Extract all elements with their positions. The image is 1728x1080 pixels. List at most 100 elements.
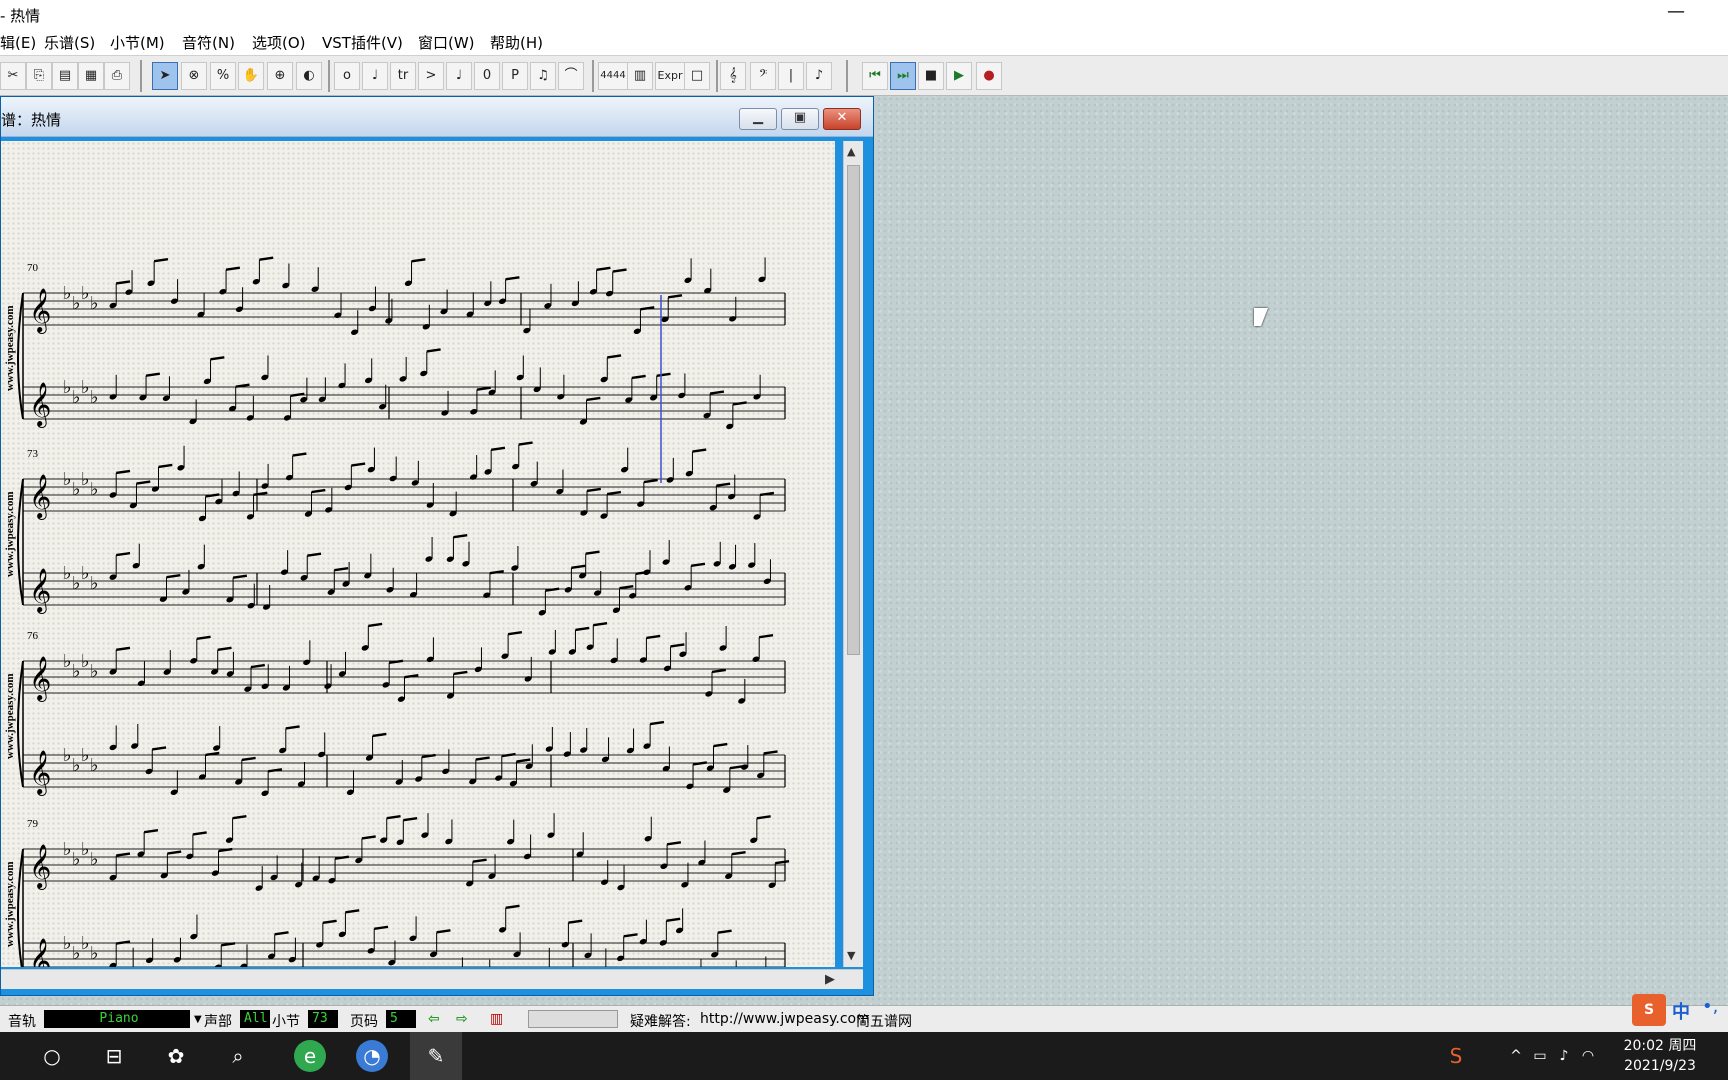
track-select[interactable]: Piano: [44, 1010, 190, 1028]
beam: [507, 630, 523, 636]
scroll-right-icon[interactable]: ▶: [825, 972, 835, 987]
clef-icon: 𝄞: [29, 382, 51, 428]
menu-vst[interactable]: VST插件(V): [322, 32, 403, 53]
menu-window[interactable]: 窗口(W): [418, 32, 475, 53]
beam: [351, 462, 366, 467]
beam: [716, 482, 731, 487]
restore-window-button[interactable]: ▣: [781, 108, 819, 130]
accent-icon[interactable]: >: [418, 62, 444, 90]
music-score[interactable]: 70www.jwpeasy.com 𝄞 ♭ ♭ ♭ ♭𝄞 ♭ ♭ ♭ ♭73www.jwpeasy…: [1, 141, 835, 967]
menu-score[interactable]: 乐谱(S): [44, 32, 95, 53]
paste-icon[interactable]: ▦: [78, 62, 104, 90]
beam: [167, 850, 182, 855]
browser-icon[interactable]: e: [294, 1040, 326, 1072]
piano-icon[interactable]: ▥: [490, 1011, 503, 1027]
wifi-icon[interactable]: ◠: [1572, 1040, 1604, 1072]
close-window-button[interactable]: ✕: [823, 108, 861, 130]
menu-measure[interactable]: 小节(M): [110, 32, 165, 53]
clef-icon[interactable]: 𝄢: [750, 62, 776, 90]
flat-icon: ♭: [81, 469, 90, 490]
horizontal-scrollbar[interactable]: ▶: [1, 969, 863, 989]
scroll-down-icon[interactable]: ▼: [847, 949, 855, 962]
minimize-window-button[interactable]: ▁: [739, 108, 777, 130]
trill-icon[interactable]: tr: [390, 62, 416, 90]
beam: [292, 452, 307, 457]
percent-icon[interactable]: %: [210, 62, 236, 90]
menu-help[interactable]: 帮助(H): [490, 32, 543, 53]
num-4444-icon[interactable]: 4444: [598, 62, 628, 90]
beam: [656, 372, 671, 377]
rewind-icon[interactable]: ⏮: [862, 62, 888, 90]
eighth-note-icon[interactable]: ♫: [530, 62, 556, 90]
cortana-icon[interactable]: ○: [36, 1040, 68, 1072]
record-icon[interactable]: ●: [976, 62, 1002, 90]
bar-icon[interactable]: |: [778, 62, 804, 90]
clock[interactable]: 20:02 周四 2021/9/23: [1622, 1036, 1698, 1076]
ime-toolbar[interactable]: S 中 •,: [1632, 992, 1728, 1028]
scroll-thumb[interactable]: [847, 165, 860, 655]
flat-icon: ♭: [63, 933, 72, 954]
beam: [518, 441, 533, 446]
flat-icon: ♭: [72, 293, 81, 314]
task-view-icon[interactable]: ⊟: [98, 1040, 130, 1072]
minimize-button[interactable]: —: [1656, 2, 1696, 26]
slur-icon[interactable]: ⌒: [558, 62, 584, 90]
search-icon[interactable]: ⌕: [222, 1040, 254, 1072]
zero-icon[interactable]: 0: [474, 62, 500, 90]
voice-icon[interactable]: ♪: [806, 62, 832, 90]
expr-icon[interactable]: Expr: [655, 62, 685, 90]
cut-icon[interactable]: ✂: [0, 62, 26, 90]
speaker-icon[interactable]: ◐: [296, 62, 322, 90]
sogou-icon[interactable]: S: [1440, 1040, 1472, 1072]
treble-clef-icon[interactable]: 𝄞: [720, 62, 746, 90]
erase-icon[interactable]: ⊗: [181, 62, 207, 90]
flat-icon: ♭: [72, 479, 81, 500]
voice-select[interactable]: All: [240, 1010, 270, 1028]
p-icon[interactable]: P: [502, 62, 528, 90]
measure-number: 73: [27, 448, 39, 460]
flat-icon: ♭: [90, 849, 99, 870]
page-label: 页码: [350, 1014, 378, 1030]
beam: [585, 550, 600, 555]
stop-icon[interactable]: ■: [918, 62, 944, 90]
measure-field[interactable]: 73: [308, 1010, 338, 1028]
watermark-text: www.jwpeasy.com: [4, 861, 16, 947]
play-from-icon[interactable]: ⏭: [890, 62, 916, 90]
copy-icon[interactable]: ⎘: [26, 62, 52, 90]
next-page-arrow-icon[interactable]: ⇨: [456, 1011, 468, 1027]
beam: [692, 448, 707, 453]
scroll-up-icon[interactable]: ▲: [847, 145, 855, 158]
help-url[interactable]: http://www.jwpeasy.com: [700, 1011, 870, 1027]
beam: [217, 646, 232, 652]
page-field[interactable]: 5: [386, 1010, 416, 1028]
flat-icon: ♭: [90, 943, 99, 964]
menu-options[interactable]: 选项(O): [252, 32, 306, 53]
beam: [717, 929, 732, 934]
chevron-down-icon[interactable]: ▼: [194, 1014, 202, 1025]
vertical-scrollbar[interactable]: ▲ ▼: [843, 141, 863, 967]
ime-mode-label[interactable]: 中: [1672, 998, 1690, 1024]
beam: [606, 490, 622, 496]
prev-page-arrow-icon[interactable]: ⇦: [428, 1011, 440, 1027]
score-window-titlebar[interactable]: 谱：热情 ▁ ▣ ✕: [1, 97, 873, 137]
beam: [586, 487, 601, 493]
zoom-icon[interactable]: ⊕: [267, 62, 293, 90]
select-arrow-icon[interactable]: ➤: [152, 62, 178, 90]
taskbar: ○ ⊟ ✿ ⌕ e ◔ ✎ S ^ ▭ ♪ ◠ 20:02 周四 2021/9/…: [0, 1032, 1728, 1080]
menu-edit[interactable]: 辑(E): [0, 32, 36, 53]
app-icon[interactable]: ✿: [160, 1040, 192, 1072]
score-canvas[interactable]: 70 www.jwpeasy.com 𝄞 ♭ ♭ ♭ ♭ 𝄞 ♭ ♭ ♭ ♭ 73 www.jwpeasy…: [1, 141, 835, 967]
browser2-icon[interactable]: ◔: [356, 1040, 388, 1072]
clipboard-icon[interactable]: ▤: [52, 62, 78, 90]
menu-note[interactable]: 音符(N): [182, 32, 235, 53]
box-icon[interactable]: □: [684, 62, 710, 90]
play-icon[interactable]: ▶: [946, 62, 972, 90]
quarter-note-icon[interactable]: ♩: [446, 62, 472, 90]
punct-icon[interactable]: •,: [1702, 996, 1718, 1017]
print-icon[interactable]: ⎙: [104, 62, 130, 90]
whole-note-icon[interactable]: o: [334, 62, 360, 90]
hand-icon[interactable]: ✋: [238, 62, 264, 90]
note-icon[interactable]: ♩: [362, 62, 388, 90]
grid-icon[interactable]: ▥: [627, 62, 653, 90]
score-app-icon[interactable]: ✎: [410, 1032, 462, 1080]
